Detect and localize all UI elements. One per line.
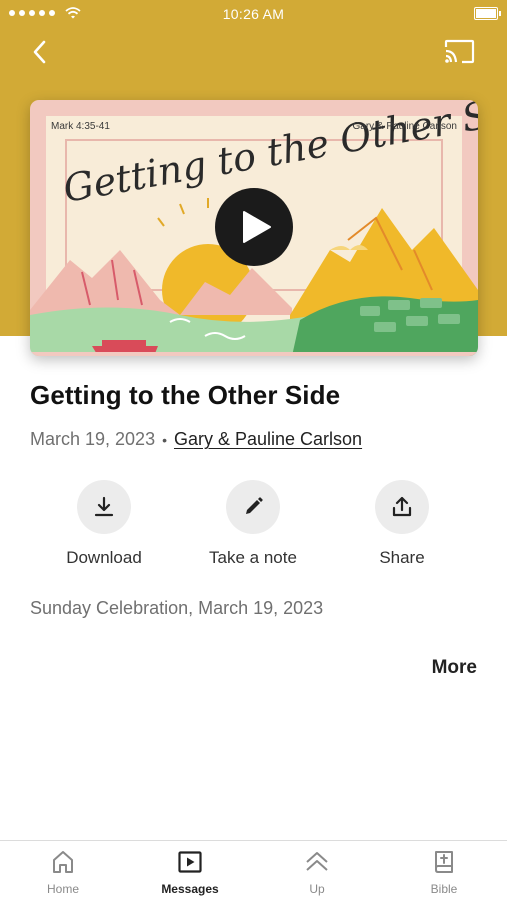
- share-button[interactable]: Share: [327, 480, 477, 568]
- pencil-icon: [246, 497, 263, 514]
- message-date: March 19, 2023: [30, 429, 156, 449]
- play-button[interactable]: [215, 188, 293, 266]
- tab-home[interactable]: Home: [0, 849, 126, 896]
- play-icon: [243, 211, 271, 243]
- tab-bar: Home Messages Up Bible: [0, 840, 507, 901]
- battery-icon: [474, 7, 501, 20]
- tab-home-label: Home: [46, 882, 79, 896]
- tab-bible-label: Bible: [430, 882, 458, 896]
- tab-messages-label: Messages: [161, 882, 219, 896]
- download-label: Download: [66, 548, 142, 567]
- download-button[interactable]: Download: [29, 480, 179, 568]
- bible-icon: [435, 851, 453, 873]
- tab-messages[interactable]: Messages: [127, 849, 253, 896]
- series-info: Sunday Celebration, March 19, 2023: [30, 598, 324, 618]
- take-note-label: Take a note: [209, 548, 297, 567]
- tab-up[interactable]: Up: [254, 849, 380, 896]
- cast-button[interactable]: [443, 38, 477, 66]
- share-circle[interactable]: [375, 480, 429, 534]
- play-square-icon: [178, 851, 202, 873]
- message-meta: March 19, 2023 • Gary & Pauline Carlson: [30, 429, 362, 450]
- home-icon: [53, 851, 73, 873]
- message-artwork[interactable]: Getting to the Other Side Mark 4:35-41 G…: [30, 100, 478, 356]
- tab-bible[interactable]: Bible: [381, 849, 507, 896]
- download-icon: [94, 496, 114, 517]
- cast-icon: [444, 39, 475, 64]
- message-title: Getting to the Other Side: [30, 380, 341, 410]
- status-bar: 10:26 AM: [0, 0, 507, 28]
- double-chevron-up-icon: [306, 852, 328, 871]
- take-note-button[interactable]: Take a note: [178, 480, 328, 568]
- back-button[interactable]: [26, 36, 56, 68]
- speaker-link[interactable]: Gary & Pauline Carlson: [174, 429, 362, 450]
- more-button[interactable]: More: [432, 657, 477, 679]
- meta-separator: •: [162, 431, 167, 448]
- tab-up-label: Up: [309, 882, 325, 896]
- scripture-reference: Mark 4:35-41: [51, 121, 110, 132]
- take-note-circle[interactable]: [226, 480, 280, 534]
- download-circle[interactable]: [77, 480, 131, 534]
- status-time: 10:26 AM: [222, 6, 285, 22]
- share-label: Share: [379, 548, 425, 567]
- artwork-speaker: Gary & Pauline Carlson: [352, 121, 458, 132]
- share-icon: [392, 496, 412, 517]
- chevron-left-icon: [33, 40, 46, 64]
